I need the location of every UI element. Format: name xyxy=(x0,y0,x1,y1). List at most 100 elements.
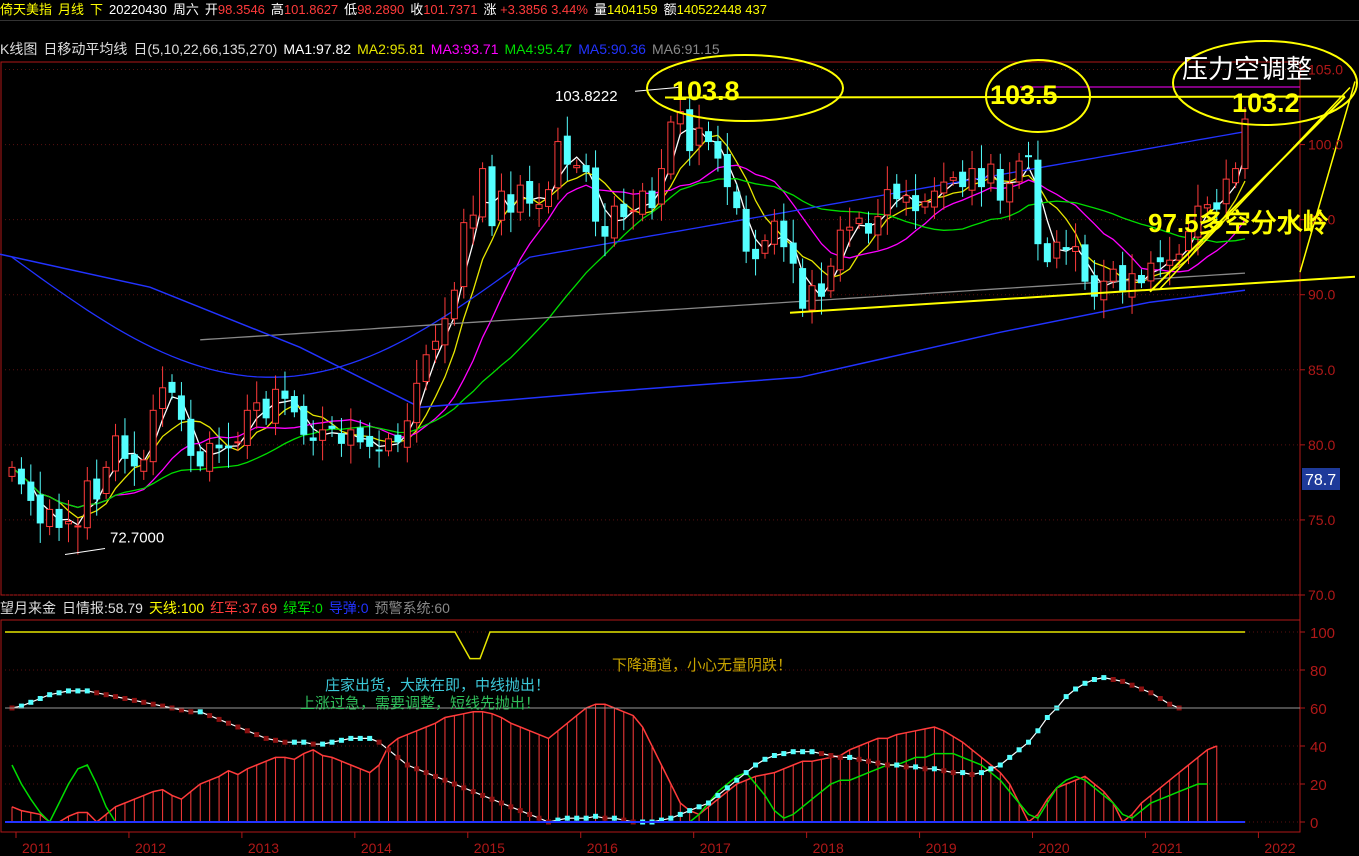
candle-body xyxy=(177,395,185,420)
info-marker xyxy=(244,728,250,734)
candle-body xyxy=(488,166,496,227)
info-marker xyxy=(65,688,71,694)
year-tick-label: 2021 xyxy=(1151,840,1182,856)
info-marker xyxy=(978,770,984,776)
info-marker xyxy=(847,754,853,760)
info-marker xyxy=(687,808,693,814)
info-marker xyxy=(1073,686,1079,692)
info-marker xyxy=(1063,694,1069,700)
annotation-resistance-title: 压力空调整 xyxy=(1182,55,1312,85)
candle-body xyxy=(1025,155,1033,158)
candle-body xyxy=(413,382,421,424)
candle-body xyxy=(535,204,543,210)
price-chart[interactable]: 下降通道，小心无量阴跌！ 庄家出货，大跌在即，中线抛出！上涨过急，需要调整，短线先… xyxy=(0,0,1359,856)
candle-body xyxy=(526,181,534,204)
indicator-name[interactable]: 望月来金 xyxy=(0,600,56,616)
indicator-tick-label: 100 xyxy=(1310,625,1335,642)
year-tick-label: 2018 xyxy=(813,840,844,856)
year-tick-label: 2015 xyxy=(474,840,505,856)
candle-body xyxy=(601,226,609,237)
candle-body xyxy=(921,201,929,208)
info-marker xyxy=(969,772,975,777)
lower-panel-frame xyxy=(0,619,1301,833)
info-marker xyxy=(517,808,523,814)
info-marker xyxy=(461,785,467,791)
candle-body xyxy=(799,268,807,309)
tianxian-value: 天线:100 xyxy=(148,600,205,616)
long-term-ma-line xyxy=(0,253,1246,409)
candle-body xyxy=(733,191,741,209)
info-marker xyxy=(743,770,749,776)
candle-body xyxy=(1100,280,1108,301)
info-marker xyxy=(734,777,740,783)
main-panel-frame xyxy=(0,61,1301,596)
year-tick-label: 2014 xyxy=(361,840,392,856)
info-marker xyxy=(301,739,307,745)
candle-body xyxy=(667,121,675,175)
info-marker xyxy=(498,800,504,806)
annotation-resistance-value: 103.2 xyxy=(1232,88,1300,118)
candle-body xyxy=(893,183,901,200)
candle-body xyxy=(761,240,769,254)
info-marker xyxy=(131,697,137,703)
info-marker xyxy=(602,815,608,821)
candle-body xyxy=(469,214,477,229)
candle-body xyxy=(206,442,214,472)
candle-body xyxy=(959,171,967,188)
candle-body xyxy=(1147,262,1155,282)
candle-body xyxy=(996,169,1004,201)
candle-body xyxy=(234,441,242,444)
info-marker xyxy=(94,690,100,696)
candle-body xyxy=(196,451,204,467)
candle-body xyxy=(968,168,976,191)
chart-name[interactable]: K线图 xyxy=(0,41,37,57)
candle-body xyxy=(262,398,270,419)
candle-body xyxy=(337,433,345,444)
indicator-tick-label: 0 xyxy=(1310,815,1318,832)
info-marker xyxy=(357,735,363,741)
info-marker xyxy=(207,713,213,719)
info-marker xyxy=(197,709,203,715)
candle-body xyxy=(130,454,138,467)
candle-body xyxy=(789,242,797,264)
info-marker xyxy=(677,811,683,817)
ma-params[interactable]: 日(5,10,22,66,135,270) xyxy=(133,41,277,57)
info-marker xyxy=(922,766,928,772)
candle-body xyxy=(770,220,778,245)
info-marker xyxy=(790,749,796,755)
year-tick-label: 2020 xyxy=(1039,840,1070,856)
info-marker xyxy=(1110,677,1116,682)
info-marker xyxy=(668,815,674,821)
indicator-tick-label: 40 xyxy=(1310,739,1327,756)
message-down-channel: 下降通道，小心无量阴跌！ xyxy=(612,657,792,674)
annotation-peak-2017: 103.8 xyxy=(672,76,740,106)
price-tick-label: 90.0 xyxy=(1308,287,1335,303)
low-price-pointer xyxy=(64,547,106,555)
low-price-label: 72.7000 xyxy=(110,529,164,546)
candle-body xyxy=(516,184,524,213)
daodan-value: 导弹:0 xyxy=(328,600,369,616)
candle-body xyxy=(1006,183,1014,203)
info-marker xyxy=(1157,696,1163,701)
candlesticks xyxy=(8,87,1249,555)
info-marker xyxy=(724,785,730,791)
ma-indicator-name[interactable]: 日移动平均线 xyxy=(43,41,127,57)
info-marker xyxy=(423,770,429,776)
candle-body xyxy=(742,208,750,252)
info-marker xyxy=(150,701,156,707)
info-marker xyxy=(856,756,862,762)
info-marker xyxy=(508,804,514,810)
candle-body xyxy=(140,459,148,472)
info-marker xyxy=(489,796,495,802)
info-marker xyxy=(75,688,81,694)
candle-body xyxy=(1081,244,1089,282)
info-marker xyxy=(762,756,768,762)
ma2-value: MA2:95.81 xyxy=(357,41,425,57)
info-marker xyxy=(875,760,881,766)
support-line xyxy=(789,275,1356,314)
ma6-value: MA6:91.15 xyxy=(651,41,720,57)
candle-body xyxy=(290,396,298,413)
candle-body xyxy=(1156,257,1164,263)
axes: 105.0100.095.090.085.080.075.070.0100806… xyxy=(15,62,1343,856)
candle-body xyxy=(563,135,571,165)
